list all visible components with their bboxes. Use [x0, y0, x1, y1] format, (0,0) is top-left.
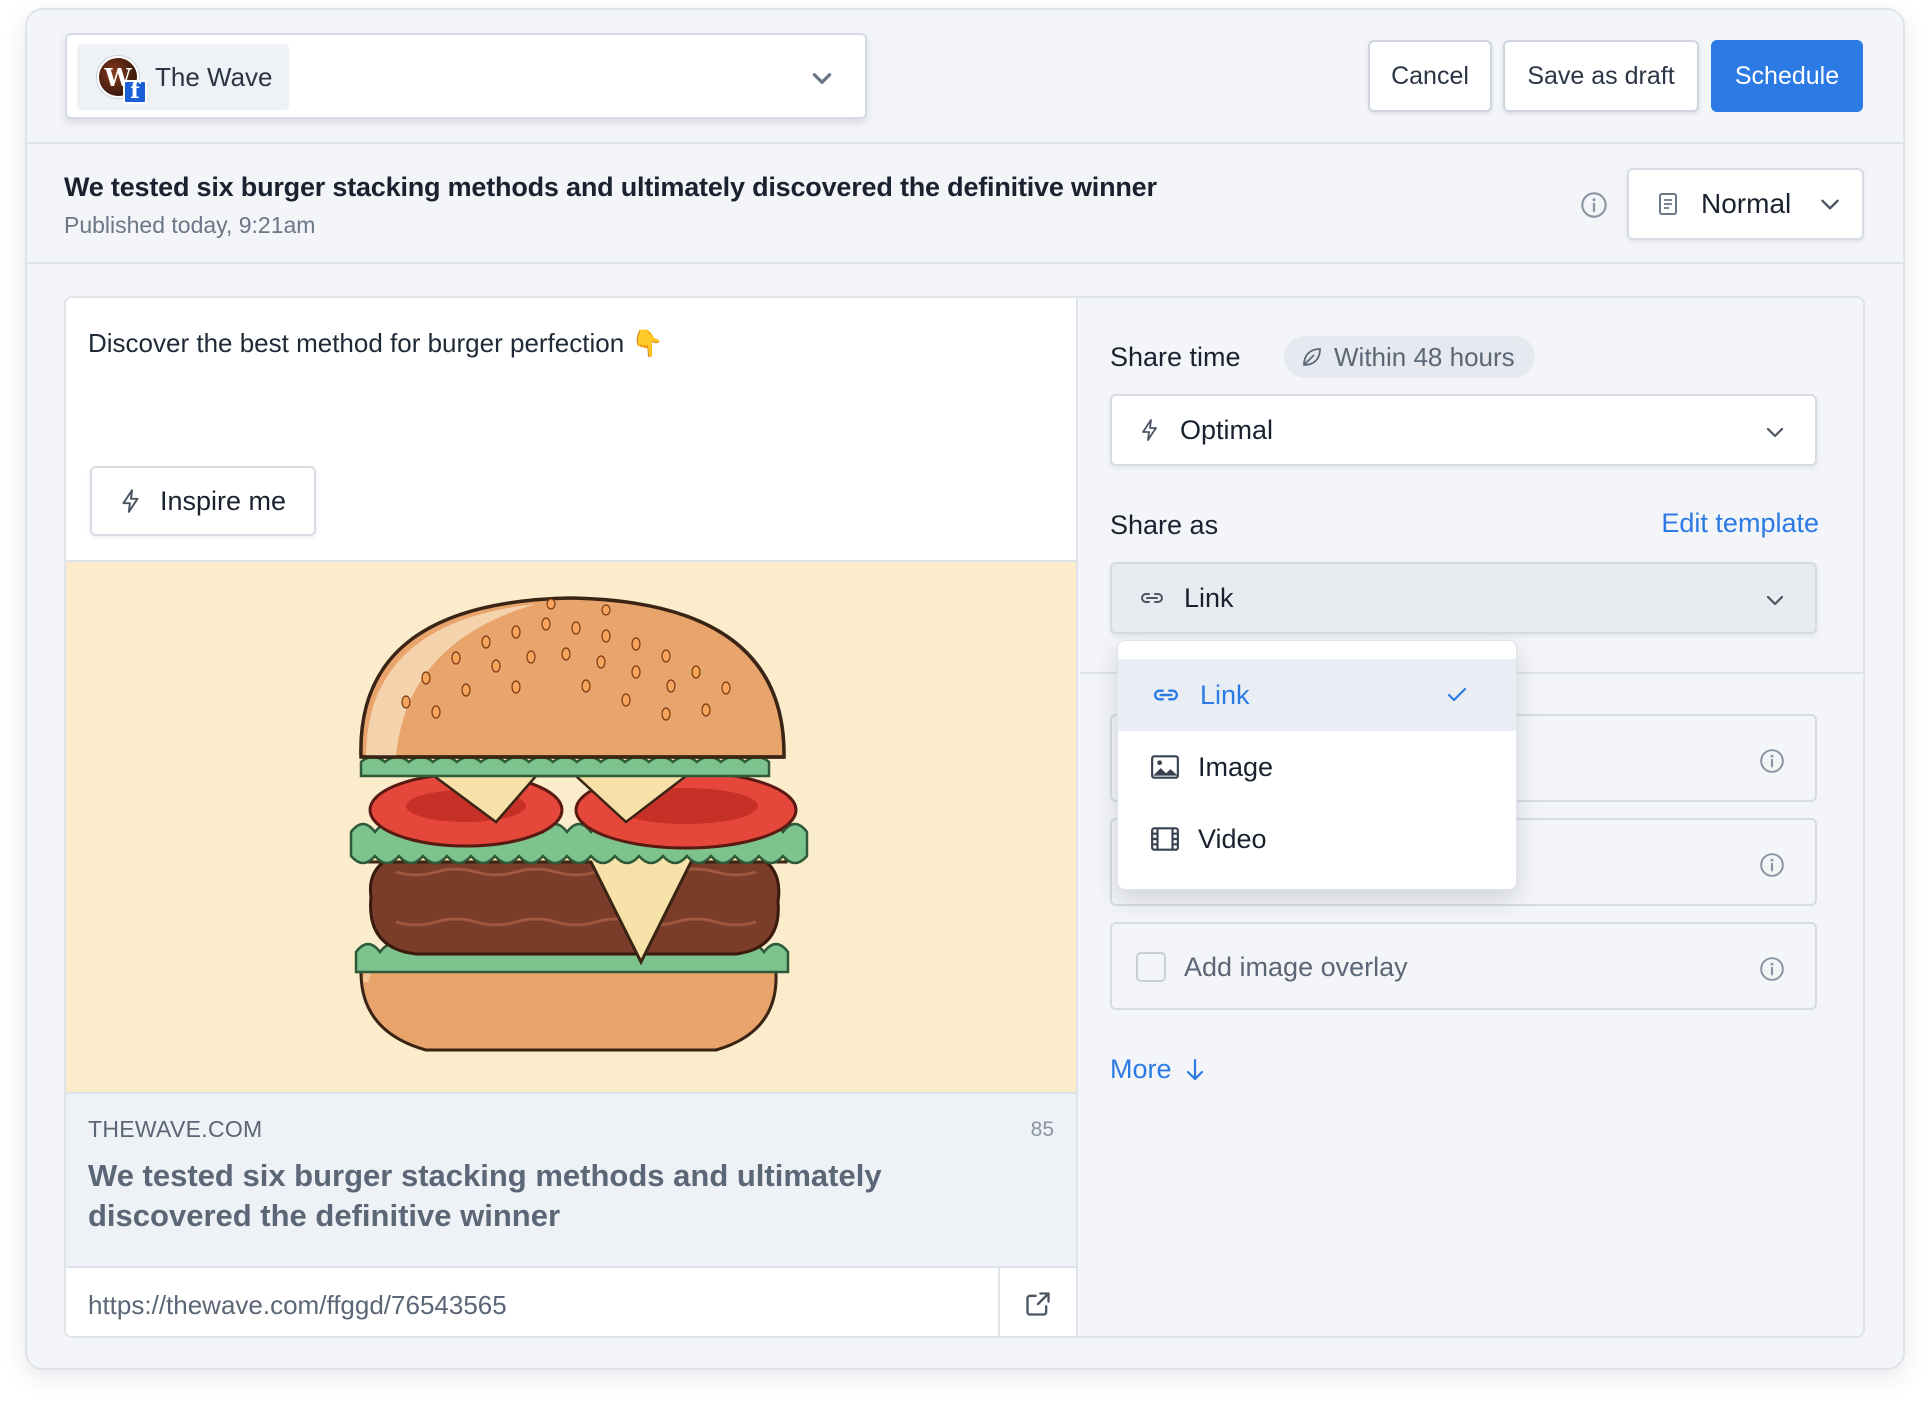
character-count: 85: [1030, 1118, 1054, 1141]
page-avatar: W f: [97, 56, 147, 104]
lightning-icon: [122, 489, 139, 513]
link-icon: [1141, 593, 1163, 603]
facebook-icon: f: [123, 80, 147, 104]
share-time-value: Optimal: [1180, 414, 1274, 445]
share-as-label: Share as: [1110, 510, 1219, 540]
cancel-button[interactable]: Cancel: [1368, 40, 1492, 112]
post-text-input[interactable]: Discover the best method for burger perf…: [88, 328, 664, 359]
image-icon: [1151, 755, 1179, 779]
post-editor: Discover the best method for burger perf…: [66, 298, 1078, 1336]
edit-template-link[interactable]: Edit template: [1661, 508, 1819, 539]
chevron-down-icon: [1766, 427, 1784, 438]
post-mode-label: Normal: [1701, 188, 1792, 219]
share-as-dropdown: Link Image Video: [1117, 640, 1517, 890]
more-label: More: [1110, 1054, 1172, 1084]
info-icon[interactable]: [1759, 956, 1785, 982]
post-title: We tested six burger stacking methods an…: [64, 172, 1157, 202]
dropdown-option-link[interactable]: Link: [1118, 659, 1516, 731]
page-selector[interactable]: W f The Wave: [65, 33, 867, 119]
info-icon[interactable]: [1580, 191, 1608, 219]
published-time: Published today, 9:21am: [64, 212, 316, 238]
dropdown-option-image[interactable]: Image: [1118, 731, 1516, 803]
schedule-button[interactable]: Schedule: [1711, 40, 1863, 112]
page-chip: W f The Wave: [77, 44, 289, 110]
more-button[interactable]: More: [1110, 1054, 1206, 1085]
url-field[interactable]: https://thewave.com/ffggd/76543565: [88, 1290, 507, 1321]
inspire-me-button[interactable]: Inspire me: [90, 466, 316, 536]
dropdown-option-label: Video: [1198, 823, 1267, 854]
check-icon: [1447, 687, 1467, 702]
editor-panel: Discover the best method for burger perf…: [64, 296, 1865, 1338]
share-as-value: Link: [1184, 582, 1234, 613]
save-draft-button[interactable]: Save as draft: [1503, 40, 1699, 112]
lightning-icon: [1142, 419, 1157, 441]
image-overlay-checkbox[interactable]: [1136, 952, 1166, 982]
link-preview: THEWAVE.COM 85 We tested six burger stac…: [66, 1092, 1076, 1266]
leaf-icon: [1303, 348, 1321, 366]
chevron-down-icon: [1766, 595, 1784, 606]
link-icon: [1153, 689, 1179, 701]
page-name: The Wave: [155, 61, 273, 92]
share-as-select[interactable]: Link: [1110, 562, 1817, 634]
dropdown-option-video[interactable]: Video: [1118, 803, 1516, 875]
title-divider: [27, 262, 1903, 264]
external-link-icon: [1026, 1292, 1050, 1316]
post-image[interactable]: [66, 560, 1076, 1092]
chevron-down-icon: [812, 73, 832, 84]
burger-illustration: [349, 596, 809, 1052]
share-time-select[interactable]: Optimal: [1110, 394, 1817, 466]
link-title[interactable]: We tested six burger stacking methods an…: [88, 1156, 1048, 1236]
url-row: https://thewave.com/ffggd/76543565: [66, 1266, 1076, 1336]
image-overlay-option[interactable]: Add image overlay: [1110, 922, 1817, 1010]
share-window-label: Within 48 hours: [1334, 341, 1515, 372]
inspire-me-label: Inspire me: [160, 485, 287, 516]
dropdown-option-label: Link: [1200, 679, 1250, 710]
share-window-badge: Within 48 hours: [1284, 336, 1535, 378]
header-divider: [27, 142, 1903, 144]
arrow-down-icon: [1186, 1058, 1203, 1080]
share-time-label: Share time: [1110, 342, 1241, 372]
post-mode-select[interactable]: Normal: [1627, 168, 1864, 240]
dropdown-option-label: Image: [1198, 751, 1274, 782]
film-icon: [1151, 827, 1179, 851]
link-domain: THEWAVE.COM: [88, 1116, 263, 1142]
open-link-button[interactable]: [998, 1268, 1076, 1336]
image-overlay-label: Add image overlay: [1184, 952, 1408, 982]
chevron-down-icon: [1821, 199, 1840, 210]
document-icon: [1659, 193, 1677, 215]
info-icon[interactable]: [1759, 852, 1785, 878]
info-icon[interactable]: [1759, 748, 1785, 774]
